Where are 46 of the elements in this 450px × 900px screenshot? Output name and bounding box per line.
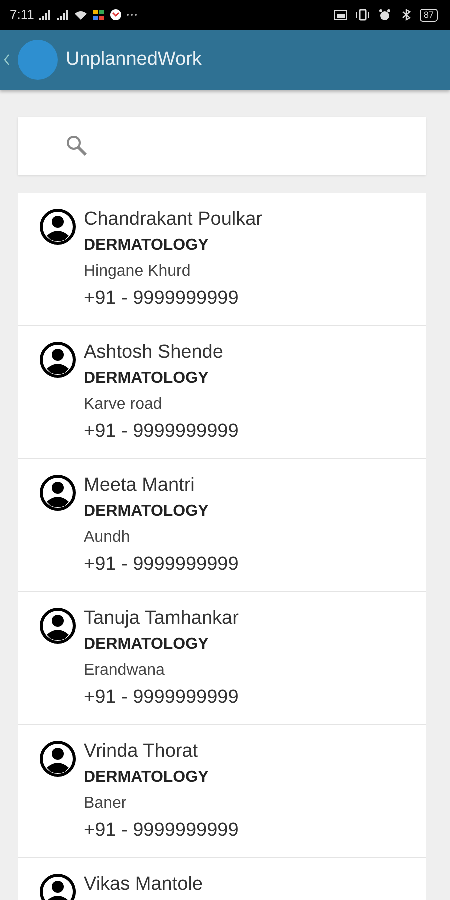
phone-number: +91 - 9999999999	[84, 686, 239, 710]
contact-item[interactable]: Vikas Mantole	[18, 858, 426, 900]
person-icon	[40, 741, 76, 777]
contact-name: Tanuja Tamhankar	[84, 607, 239, 631]
logo-icon	[18, 40, 58, 80]
search-field[interactable]	[18, 117, 426, 175]
contact-name: Vikas Mantole	[84, 873, 203, 897]
department: DERMATOLOGY	[84, 768, 209, 788]
wifi-icon	[74, 9, 88, 21]
department: DERMATOLOGY	[84, 369, 209, 389]
phone-number: +91 - 9999999999	[84, 819, 239, 843]
contact-item[interactable]: Ashtosh Shende DERMATOLOGY Karve road +91 - 9999999999	[18, 326, 426, 459]
phone-number: +91 - 9999999999	[84, 553, 239, 577]
department: DERMATOLOGY	[84, 635, 209, 655]
contact-name: Meeta Mantri	[84, 474, 195, 498]
person-icon	[40, 475, 76, 511]
department: DERMATOLOGY	[84, 236, 209, 256]
contact-name: Vrinda Thorat	[84, 740, 198, 764]
location: Aundh	[84, 528, 130, 548]
person-icon	[40, 209, 76, 245]
contact-item[interactable]: Vrinda Thorat DERMATOLOGY Baner +91 - 9999999999	[18, 725, 426, 858]
battery-level: 87	[420, 8, 438, 22]
phone-number: +91 - 9999999999	[84, 287, 239, 311]
department: DERMATOLOGY	[84, 502, 209, 522]
contact-name: Ashtosh Shende	[84, 341, 224, 365]
location: Hingane Khurd	[84, 262, 191, 282]
person-icon	[40, 874, 76, 900]
signal-icon	[38, 9, 52, 21]
contact-item[interactable]: Tanuja Tamhankar DERMATOLOGY Erandwana +91 - 9999999999	[18, 592, 426, 725]
location: Erandwana	[84, 661, 165, 681]
vibrate-icon	[356, 9, 370, 21]
location: Baner	[84, 794, 127, 814]
alarm-icon	[378, 9, 392, 21]
contact-name: Chandrakant Poulkar	[84, 208, 262, 232]
contact-item[interactable]: Meeta Mantri DERMATOLOGY Aundh +91 - 9999999999	[18, 459, 426, 592]
clock: 7:11	[10, 6, 34, 24]
person-icon	[40, 608, 76, 644]
signal-icon	[56, 9, 70, 21]
person-icon	[40, 342, 76, 378]
back-icon[interactable]	[4, 54, 10, 66]
app-icon	[92, 9, 106, 21]
screen-title: UnplannedWork	[66, 48, 202, 72]
location: Karve road	[84, 395, 162, 415]
contact-item[interactable]: Chandrakant Poulkar DERMATOLOGY Hingane Khurd +91 - 9999999999	[18, 193, 426, 326]
phone-number: +91 - 9999999999	[84, 420, 239, 444]
search-icon	[66, 135, 88, 157]
